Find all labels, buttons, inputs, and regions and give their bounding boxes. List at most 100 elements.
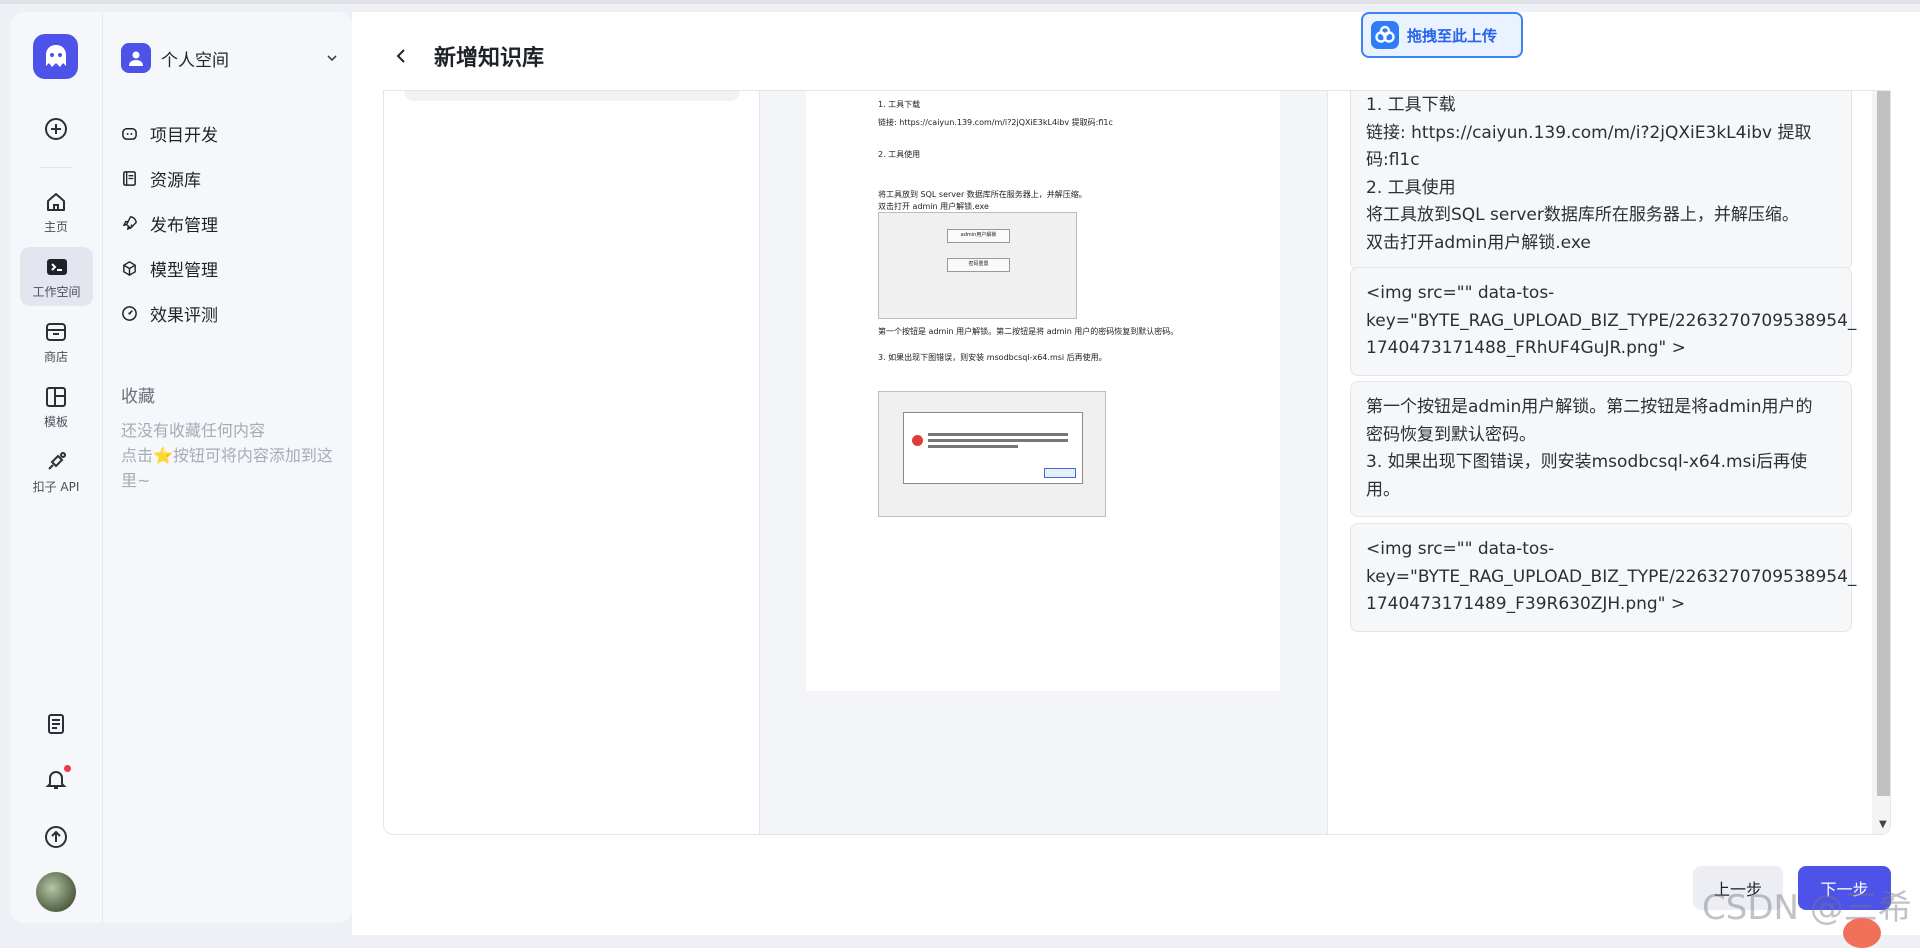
error-icon <box>912 435 923 446</box>
scrollbar-thumb[interactable] <box>1877 91 1890 796</box>
chunk-line: 密码恢复到默认密码。 <box>1366 424 1536 445</box>
rocket-icon <box>123 215 137 230</box>
chunk-card[interactable]: 第一个按钮是admin用户解锁。第二按钮是将admin用户的 密码恢复到默认密码… <box>1350 381 1852 517</box>
file-list-column <box>384 91 760 834</box>
doc-line: 2. 工具使用 <box>878 150 921 159</box>
nav-item-workspace[interactable]: 工作空间 <box>20 247 93 306</box>
nav-label: 模板 <box>43 415 68 429</box>
rail-divider <box>40 167 72 168</box>
chunk-card[interactable]: 1. 工具下载 链接: https://caiyun.139.com/m/i?2… <box>1350 91 1852 270</box>
chunk-line: 将工具放到SQL server数据库所在服务器上，并解压缩。 <box>1366 205 1799 225</box>
menu-label: 资源库 <box>150 170 201 191</box>
document-icon <box>48 714 64 734</box>
app-logo[interactable] <box>33 34 78 79</box>
nav-item-home[interactable]: 主页 <box>10 190 102 235</box>
notifications-button[interactable] <box>10 765 102 791</box>
error-text-line <box>928 445 1018 448</box>
menu-item-evaluation[interactable]: 效果评测 <box>121 298 218 328</box>
chunk-card[interactable]: <img src="" data-tos- key="BYTE_RAG_UPLO… <box>1350 267 1857 376</box>
segment-preview-panel: 1. 工具下载 链接: https://caiyun.139.com/m/i?2… <box>383 90 1891 835</box>
error-text-line <box>928 433 1068 436</box>
menu-label: 项目开发 <box>150 125 218 146</box>
plus-circle-icon <box>45 118 67 140</box>
doc-line: 将工具放到 SQL server 数据库所在服务器上，并解压缩。 <box>878 190 1087 199</box>
ok-button-thumb <box>1044 468 1076 478</box>
page-header: 新增知识库 <box>394 40 544 72</box>
nav-item-store[interactable]: 商店 <box>10 320 102 365</box>
menu-label: 发布管理 <box>150 215 218 236</box>
chunk-line: key="BYTE_RAG_UPLOAD_BIZ_TYPE/2263270709… <box>1366 566 1857 587</box>
cloud-upload-icon <box>1371 21 1399 49</box>
error-text-line <box>928 439 1068 442</box>
chunk-line: 第一个按钮是admin用户解锁。第二按钮是将admin用户的 <box>1366 397 1813 417</box>
chunk-line: <img src="" data-tos- <box>1366 539 1555 559</box>
template-icon <box>46 387 66 407</box>
menu-label: 模型管理 <box>150 260 218 281</box>
chunk-card[interactable]: <img src="" data-tos- key="BYTE_RAG_UPLO… <box>1350 523 1857 632</box>
notification-dot <box>64 765 71 772</box>
chunk-line: <img src="" data-tos- <box>1366 283 1555 303</box>
favorites-empty-line: 还没有收藏任何内容 <box>121 421 266 440</box>
chunk-line: 用。 <box>1366 479 1400 500</box>
create-button[interactable] <box>10 116 102 142</box>
chunk-line: 2. 工具使用 <box>1366 177 1456 198</box>
favorites-empty-text: 还没有收藏任何内容 点击⭐按钮可将内容添加到这里~ <box>121 418 346 493</box>
nav-rail: 主页 工作空间 商店 模板 扣子 API <box>10 12 102 923</box>
favorites-title: 收藏 <box>121 387 155 407</box>
watermark: CSDN @三希 <box>1702 888 1912 928</box>
upload-badge-label: 拖拽至此上传 <box>1407 26 1498 45</box>
chunk-line: 1740473171488_FRhUF4GuJR.png" > <box>1366 338 1686 358</box>
doc-line: 第一个按钮是 admin 用户解锁。第二按钮是将 admin 用户的密码恢复到默… <box>878 327 1179 336</box>
document-preview-column[interactable]: 1. 工具下载 链接: https://caiyun.139.com/m/i?2… <box>760 91 1328 834</box>
nav-item-api[interactable]: 扣子 API <box>10 450 102 495</box>
shot-button: 密码重置 <box>947 258 1010 272</box>
chunk-line: 1. 工具下载 <box>1366 95 1456 115</box>
upgrade-button[interactable] <box>10 824 102 850</box>
chunk-line: 链接: https://caiyun.139.com/m/i?2jQXiE3kL… <box>1366 122 1812 143</box>
window-top-border <box>0 0 1920 4</box>
chunk-line: key="BYTE_RAG_UPLOAD_BIZ_TYPE/2263270709… <box>1366 310 1857 331</box>
nav-label: 扣子 API <box>32 480 80 494</box>
store-icon <box>46 323 66 341</box>
cube-icon <box>123 260 136 276</box>
page-title: 新增知识库 <box>434 46 545 71</box>
favorites-empty-line: 点击⭐按钮可将内容添加到这里~ <box>121 446 333 490</box>
terminal-icon <box>46 259 67 275</box>
chunk-scrollbar[interactable]: ▼ <box>1872 91 1890 834</box>
menu-item-models[interactable]: 模型管理 <box>121 253 218 283</box>
doc-line: 双击打开 admin 用户解锁.exe <box>878 202 989 211</box>
scroll-down-arrow-icon[interactable]: ▼ <box>1879 819 1887 830</box>
menu-item-library[interactable]: 资源库 <box>121 163 201 193</box>
chunk-line: 3. 如果出现下图错误，则安装msodbcsql-x64.msi后再使 <box>1366 452 1808 472</box>
menu-item-publish[interactable]: 发布管理 <box>121 208 218 238</box>
api-icon <box>48 452 66 470</box>
nav-item-templates[interactable]: 模板 <box>10 385 102 430</box>
user-icon <box>121 43 151 73</box>
doc-screenshot-unlock-tool: admin用户解锁 密码重置 <box>878 212 1077 319</box>
menu-label: 效果评测 <box>150 305 218 326</box>
library-icon <box>123 170 136 186</box>
space-switcher[interactable]: 个人空间 <box>121 42 339 74</box>
chunk-line: 1740473171489_F39R630ZJH.png" > <box>1366 594 1686 614</box>
nav-label: 工作空间 <box>32 285 81 299</box>
user-avatar[interactable] <box>36 872 76 912</box>
space-name: 个人空间 <box>161 50 229 71</box>
error-dialog <box>903 412 1083 484</box>
docs-button[interactable] <box>10 712 102 736</box>
workspace-sidebar: 个人空间 项目开发 资源库 发布管理 模型管理 效果评测 收藏 还没有收藏任何内… <box>102 12 352 923</box>
file-list-item[interactable] <box>404 91 740 101</box>
doc-line: 链接: https://caiyun.139.com/m/i?2jQXiE3kL… <box>878 118 1113 127</box>
home-icon <box>47 193 65 211</box>
logo-icon <box>45 44 66 67</box>
doc-screenshot-error-dialog <box>878 391 1106 517</box>
menu-item-project-dev[interactable]: 项目开发 <box>121 118 218 148</box>
back-arrow-icon[interactable] <box>394 47 408 65</box>
nav-label: 商店 <box>43 350 68 364</box>
drag-upload-badge[interactable]: 拖拽至此上传 <box>1361 12 1523 58</box>
document-page: 1. 工具下载 链接: https://caiyun.139.com/m/i?2… <box>806 91 1280 691</box>
chunk-line: 双击打开admin用户解锁.exe <box>1366 232 1591 253</box>
chunk-line: 码:fl1c <box>1366 150 1420 170</box>
floating-assistant-bubble[interactable] <box>1843 918 1881 948</box>
chunk-list-column[interactable]: 1. 工具下载 链接: https://caiyun.139.com/m/i?2… <box>1328 91 1890 834</box>
shot-button: admin用户解锁 <box>947 229 1010 243</box>
